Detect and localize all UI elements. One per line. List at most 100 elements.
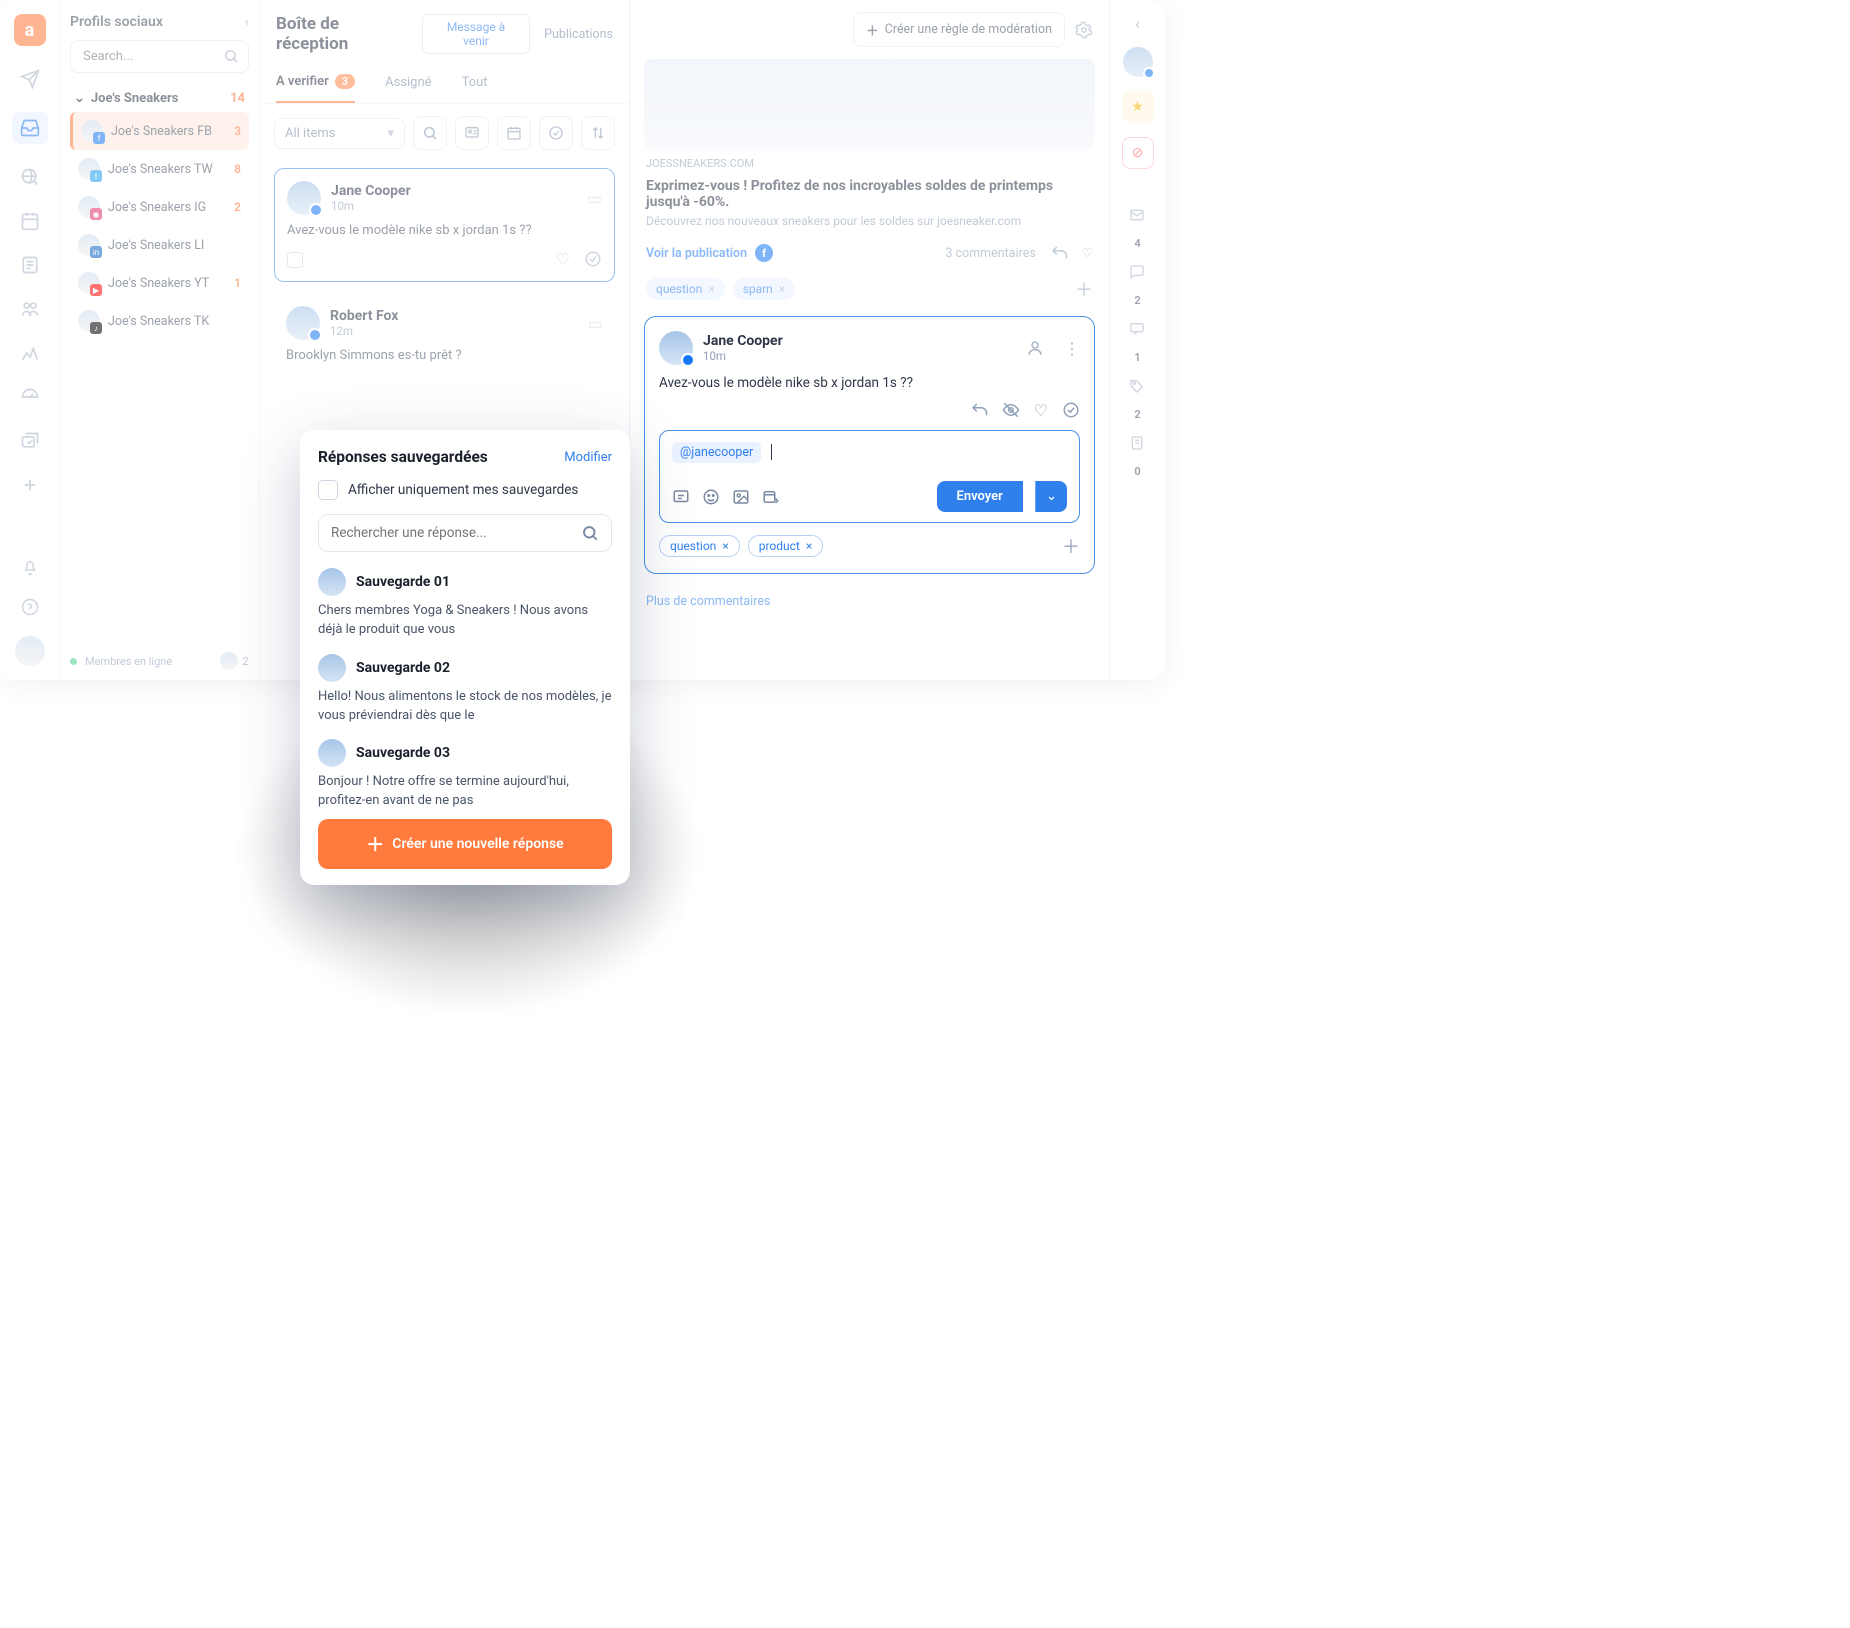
sort-button[interactable]	[581, 116, 615, 150]
send-button[interactable]: Envoyer	[937, 481, 1023, 512]
profile-item-ig[interactable]: ◉ Joe's Sneakers IG 2	[70, 188, 249, 226]
remove-tag-icon[interactable]: ×	[722, 539, 728, 553]
reply-tag-question[interactable]: question×	[659, 535, 740, 557]
date-filter-button[interactable]	[497, 116, 531, 150]
add-tag-icon[interactable]: ＋	[1062, 533, 1080, 559]
note-icon[interactable]	[1128, 435, 1148, 451]
create-rule-button[interactable]: ＋ Créer une règle de modération	[853, 12, 1065, 47]
profile-label: Joe's Sneakers IG	[108, 200, 206, 215]
tab-all[interactable]: Tout	[462, 74, 488, 103]
profile-avatar: f	[81, 120, 103, 142]
profile-item-yt[interactable]: ▶ Joe's Sneakers YT 1	[70, 264, 249, 302]
publications-tab[interactable]: Publications	[544, 27, 613, 42]
collapse-right-icon[interactable]: ‹	[1135, 14, 1140, 33]
nav-help-icon[interactable]	[19, 596, 41, 618]
block-chip[interactable]: ⊘	[1122, 137, 1154, 169]
heart-icon[interactable]: ♡	[1034, 401, 1048, 420]
schedule-icon[interactable]	[762, 488, 780, 506]
filter-dropdown[interactable]: All items ▾	[274, 118, 405, 149]
rail-count: 0	[1134, 465, 1140, 478]
reply-icon[interactable]	[970, 401, 988, 420]
nav-bell-icon[interactable]	[19, 556, 41, 578]
heart-icon[interactable]: ♡	[1082, 245, 1093, 261]
msg-checkbox[interactable]	[287, 252, 303, 268]
remove-tag-icon[interactable]: ×	[779, 282, 785, 296]
more-comments-link[interactable]: Plus de commentaires	[646, 594, 770, 609]
hide-icon[interactable]	[1002, 401, 1020, 420]
nav-calendar-icon[interactable]	[19, 210, 41, 232]
tab-verify[interactable]: A verifier 3	[276, 74, 355, 103]
see-post-link[interactable]: Voir la publication f	[646, 244, 773, 262]
popover-search[interactable]	[318, 514, 612, 552]
nav-globe-icon[interactable]	[19, 166, 41, 188]
saved-response-1[interactable]: Sauvegarde 01 Chers membres Yoga & Sneak…	[318, 568, 612, 640]
tag-label: spam	[743, 282, 773, 296]
emoji-icon[interactable]	[702, 488, 720, 506]
tag-icon[interactable]	[1128, 378, 1148, 394]
profile-avatar: t	[78, 158, 100, 180]
nav-dashboard-icon[interactable]	[19, 386, 41, 408]
popover-edit-link[interactable]: Modifier	[564, 450, 612, 465]
create-response-button[interactable]: ＋ Créer une nouvelle réponse	[318, 819, 612, 869]
search-icon[interactable]	[223, 48, 239, 64]
image-icon[interactable]	[732, 488, 750, 506]
nav-send-icon[interactable]	[19, 68, 41, 90]
message-card-1[interactable]: Jane Cooper 10m ▭ Avez-vous le modèle ni…	[274, 168, 615, 282]
more-icon[interactable]: ⋮	[1064, 339, 1080, 358]
reply-icon[interactable]	[1050, 244, 1068, 262]
nav-user-avatar[interactable]	[15, 636, 45, 666]
search-icon[interactable]	[581, 524, 599, 542]
only-mine-checkbox[interactable]	[318, 480, 338, 500]
nav-analytics-icon[interactable]	[19, 342, 41, 364]
reply-tag-product[interactable]: product×	[748, 535, 824, 557]
nav-library-icon[interactable]	[19, 430, 41, 452]
user-filter-button[interactable]	[455, 116, 489, 150]
tag-question[interactable]: question×	[646, 278, 725, 300]
app-logo[interactable]: a	[14, 14, 46, 46]
profile-label: Joe's Sneakers YT	[108, 276, 209, 291]
heart-icon[interactable]: ♡	[556, 250, 570, 269]
check-filter-button[interactable]	[539, 116, 573, 150]
nav-notes-icon[interactable]	[19, 254, 41, 276]
collapse-icon[interactable]: ‹	[245, 14, 249, 30]
profile-item-tk[interactable]: ♪ Joe's Sneakers TK	[70, 302, 249, 340]
profile-item-tw[interactable]: t Joe's Sneakers TW 8	[70, 150, 249, 188]
nav-inbox-icon[interactable]	[12, 112, 48, 144]
tab-assigned[interactable]: Assigné	[385, 74, 431, 103]
message-card-2[interactable]: Robert Fox 12m ▭ Brooklyn Simmons es-tu …	[274, 294, 615, 375]
mail-icon[interactable]	[1128, 207, 1148, 223]
send-options-button[interactable]: ⌄	[1035, 481, 1067, 512]
popover-search-input[interactable]	[331, 525, 571, 541]
star-chip[interactable]: ★	[1122, 91, 1154, 123]
saved-avatar	[318, 568, 346, 596]
member-avatar	[220, 652, 238, 670]
chat-icon[interactable]	[672, 488, 690, 506]
plus-icon: ＋	[366, 831, 384, 857]
only-mine-label: Afficher uniquement mes sauvegardes	[348, 482, 578, 498]
tag-spam[interactable]: spam ×	[733, 278, 795, 300]
chat-icon[interactable]	[1128, 321, 1148, 337]
add-tag-icon[interactable]: ＋	[1075, 276, 1093, 302]
saved-response-3[interactable]: Sauvegarde 03 Bonjour ! Notre offre se t…	[318, 739, 612, 809]
nav-team-icon[interactable]	[19, 298, 41, 320]
nav-add-icon[interactable]	[19, 474, 41, 496]
comments-count: 3 commentaires	[945, 246, 1035, 261]
check-circle-icon[interactable]	[1062, 401, 1080, 420]
post-hero-image	[644, 59, 1095, 149]
remove-tag-icon[interactable]: ×	[806, 539, 812, 553]
profile-count: 1	[234, 276, 241, 290]
members-count: 2	[242, 655, 248, 668]
profile-item-li[interactable]: in Joe's Sneakers LI	[70, 226, 249, 264]
saved-response-2[interactable]: Sauvegarde 02 Hello! Nous alimentons le …	[318, 654, 612, 726]
upcoming-message-button[interactable]: Message à venir	[422, 14, 530, 54]
rail-avatar[interactable]	[1123, 47, 1153, 77]
profile-item-fb[interactable]: f Joe's Sneakers FB 3	[70, 112, 249, 150]
remove-tag-icon[interactable]: ×	[708, 282, 714, 296]
profile-group-header[interactable]: ⌄Joe's Sneakers 14	[70, 85, 249, 112]
check-circle-icon[interactable]	[584, 250, 602, 269]
user-icon[interactable]	[1026, 339, 1044, 357]
mention-chip[interactable]: @janecooper	[672, 442, 761, 463]
comment-icon[interactable]	[1128, 264, 1148, 280]
search-icon-button[interactable]	[413, 116, 447, 150]
settings-icon[interactable]	[1075, 21, 1093, 39]
